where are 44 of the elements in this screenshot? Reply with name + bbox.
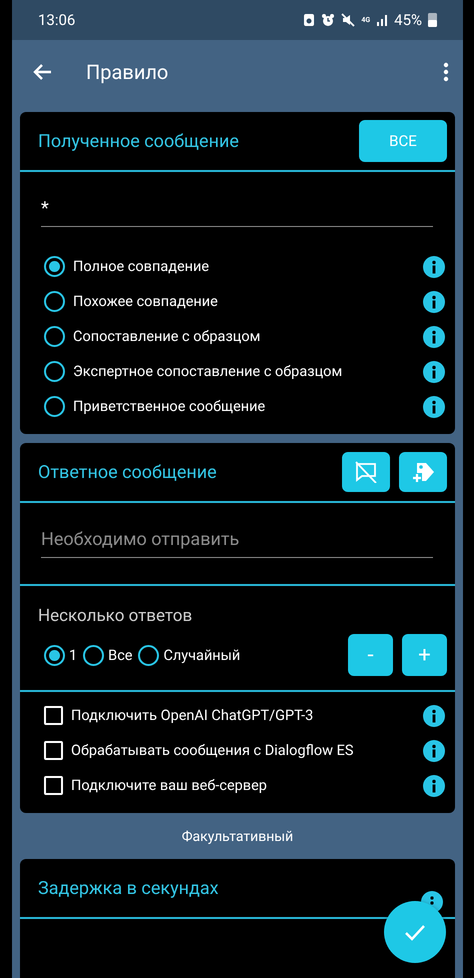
radio-button[interactable] — [44, 396, 65, 417]
option-label: Подключите ваш веб-сервер — [71, 777, 268, 794]
option-label: Сопоставление с образцом — [73, 328, 262, 345]
radio-button[interactable] — [44, 291, 65, 312]
section-title: Полученное сообщение — [38, 130, 240, 152]
decrease-button[interactable]: - — [348, 634, 393, 676]
mute-icon — [341, 13, 356, 27]
status-time: 13:06 — [38, 11, 76, 29]
screen-title: Правило — [86, 60, 170, 84]
option-label: Случайный — [163, 646, 240, 664]
option-label: Все — [108, 646, 132, 664]
all-button[interactable]: ВСЕ — [359, 120, 447, 162]
battery-icon — [428, 12, 437, 28]
back-icon[interactable] — [32, 62, 52, 82]
checkbox[interactable] — [44, 741, 63, 760]
alarm-icon — [321, 13, 336, 27]
option-label: Полное совпадение — [73, 258, 210, 275]
radio-button[interactable] — [44, 644, 65, 666]
option-label: Экспертное сопоставление с образцом — [73, 363, 344, 380]
radio-button[interactable] — [83, 644, 104, 666]
section-label: Факультативный — [180, 828, 294, 847]
option-label: Приветственное сообщение — [73, 398, 266, 415]
chat-off-icon — [354, 461, 378, 483]
section-label: Несколько ответов — [38, 606, 194, 626]
option-label: Похожее совпадение — [73, 293, 219, 310]
battery-percent: 45% — [394, 11, 422, 29]
menu-icon[interactable] — [443, 62, 449, 82]
option-label: 1 — [69, 646, 78, 664]
radio-button[interactable] — [44, 326, 65, 347]
radio-button[interactable] — [138, 644, 160, 666]
checkbox[interactable] — [44, 776, 63, 795]
section-title: Ответное сообщение — [38, 462, 218, 482]
option-label: Подключить OpenAI ChatGPT/GPT-3 — [71, 707, 314, 724]
add-tag-icon — [411, 461, 435, 483]
input-field[interactable]: Необходимо отправить — [41, 525, 433, 558]
increase-button[interactable]: + — [402, 634, 447, 676]
option-label: Обрабатывать сообщения с Dialogflow ES — [71, 742, 354, 759]
checkbox[interactable] — [44, 706, 63, 725]
check-icon — [404, 922, 426, 942]
input-field[interactable]: * — [41, 194, 433, 227]
radio-button[interactable] — [44, 361, 65, 382]
radio-button[interactable] — [44, 256, 65, 277]
signal-icon — [376, 13, 388, 27]
section-title: Задержка в секундах — [38, 878, 220, 898]
